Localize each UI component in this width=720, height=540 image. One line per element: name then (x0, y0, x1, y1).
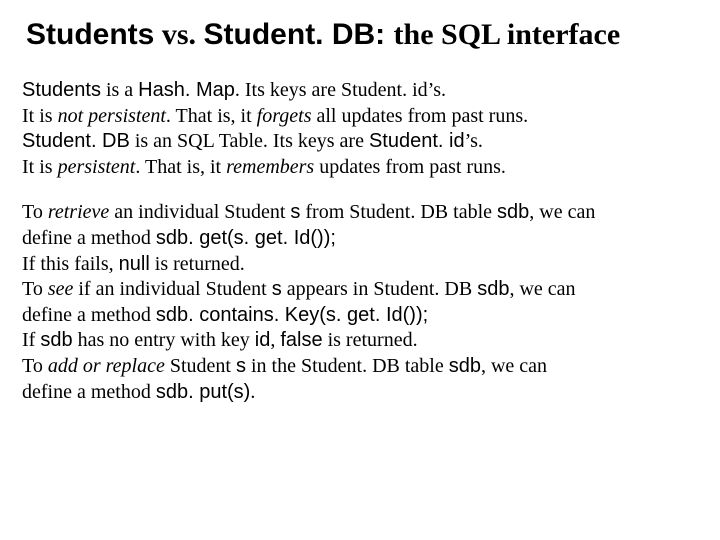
line-5: To retrieve an individual Student s from… (22, 200, 702, 226)
l5-sdb: sdb (497, 201, 529, 223)
l10-ret: is returned. (323, 329, 418, 351)
l8-wecan: , we can (509, 278, 575, 300)
l6-define: define a method (22, 227, 156, 249)
l2-rest: all updates from past runs. (311, 105, 528, 127)
l1-hashmap: Hash. Map (138, 79, 235, 101)
line-1: Students is a Hash. Map. Its keys are St… (22, 78, 702, 104)
l11-to: To (22, 355, 48, 377)
l10-noentry: has no entry with key (73, 329, 255, 351)
l6-code: sdb. get(s. get. Id()); (156, 227, 336, 249)
l10-sdb: sdb (40, 329, 72, 351)
l1-students: Students (22, 79, 101, 101)
line-2: It is not persistent. That is, it forget… (22, 104, 702, 130)
title-part-2: vs. (154, 18, 203, 51)
l11-add: add or replace (48, 355, 165, 377)
line-9: define a method sdb. contains. Key(s. ge… (22, 303, 702, 329)
l10-comma: , (270, 329, 280, 351)
line-12: define a method sdb. put(s). (22, 380, 702, 406)
l10-if: If (22, 329, 40, 351)
line-3: Student. DB is an SQL Table. Its keys ar… (22, 129, 702, 155)
l8-see: see (48, 278, 74, 300)
l2-not-persistent: not persistent (58, 105, 166, 127)
l7-null: null (119, 253, 150, 275)
l8-to: To (22, 278, 48, 300)
l8-appears: appears in Student. DB (282, 278, 478, 300)
l3-s: ’s. (465, 130, 483, 152)
l4-that-is: . That is, it (135, 156, 226, 178)
l2-that-is: . That is, it (166, 105, 257, 127)
l4-rest: updates from past runs. (314, 156, 506, 178)
l2-it-is: It is (22, 105, 58, 127)
l9-code: sdb. contains. Key(s. get. Id()); (156, 304, 428, 326)
l10-false: false (280, 329, 322, 351)
l8-student: if an individual Student (73, 278, 271, 300)
title-part-1: Students (26, 18, 154, 51)
l7-ret: is returned. (150, 253, 245, 275)
l1-is-a: is a (101, 79, 138, 101)
line-11: To add or replace Student s in the Stude… (22, 354, 702, 380)
l5-student: an individual Student (109, 201, 290, 223)
l8-s: s (272, 278, 282, 300)
l11-in: in the Student. DB table (246, 355, 449, 377)
line-7: If this fails, null is returned. (22, 252, 702, 278)
line-10: If sdb has no entry with key id, false i… (22, 328, 702, 354)
l5-from: from Student. DB table (300, 201, 497, 223)
l3-studentdb: Student. DB (22, 130, 130, 152)
l12-dot: . (250, 381, 255, 403)
l9-define: define a method (22, 304, 156, 326)
l12-define: define a method (22, 381, 156, 403)
slide: Students vs. Student. DB: the SQL interf… (0, 0, 720, 540)
l2-forgets: forgets (257, 105, 312, 127)
l5-s: s (290, 201, 300, 223)
l4-persistent: persistent (58, 156, 136, 178)
l5-to: To (22, 201, 48, 223)
l5-wecan: , we can (529, 201, 595, 223)
title-part-3: Student. DB: (204, 18, 394, 51)
line-6: define a method sdb. get(s. get. Id()); (22, 226, 702, 252)
l11-sdb: sdb (449, 355, 481, 377)
paragraph-gap (22, 180, 702, 200)
l11-student: Student (165, 355, 236, 377)
l8-sdb: sdb (477, 278, 509, 300)
l4-it-is: It is (22, 156, 58, 178)
l10-id: id (255, 329, 271, 351)
l11-wecan: , we can (481, 355, 547, 377)
l1-rest: . Its keys are Student. id’s. (235, 79, 446, 101)
line-8: To see if an individual Student s appear… (22, 277, 702, 303)
line-4: It is persistent. That is, it remembers … (22, 155, 702, 181)
l3-is-an: is an SQL Table. Its keys are (130, 130, 369, 152)
l3-studentid: Student. id (369, 130, 465, 152)
l5-retrieve: retrieve (48, 201, 109, 223)
slide-title: Students vs. Student. DB: the SQL interf… (26, 18, 702, 52)
slide-body: Students is a Hash. Map. Its keys are St… (22, 78, 702, 405)
l11-s: s (236, 355, 246, 377)
l4-remembers: remembers (226, 156, 314, 178)
title-part-4: the SQL interface (394, 18, 621, 51)
l7-if: If this fails, (22, 253, 119, 275)
l12-code: sdb. put(s) (156, 381, 250, 403)
